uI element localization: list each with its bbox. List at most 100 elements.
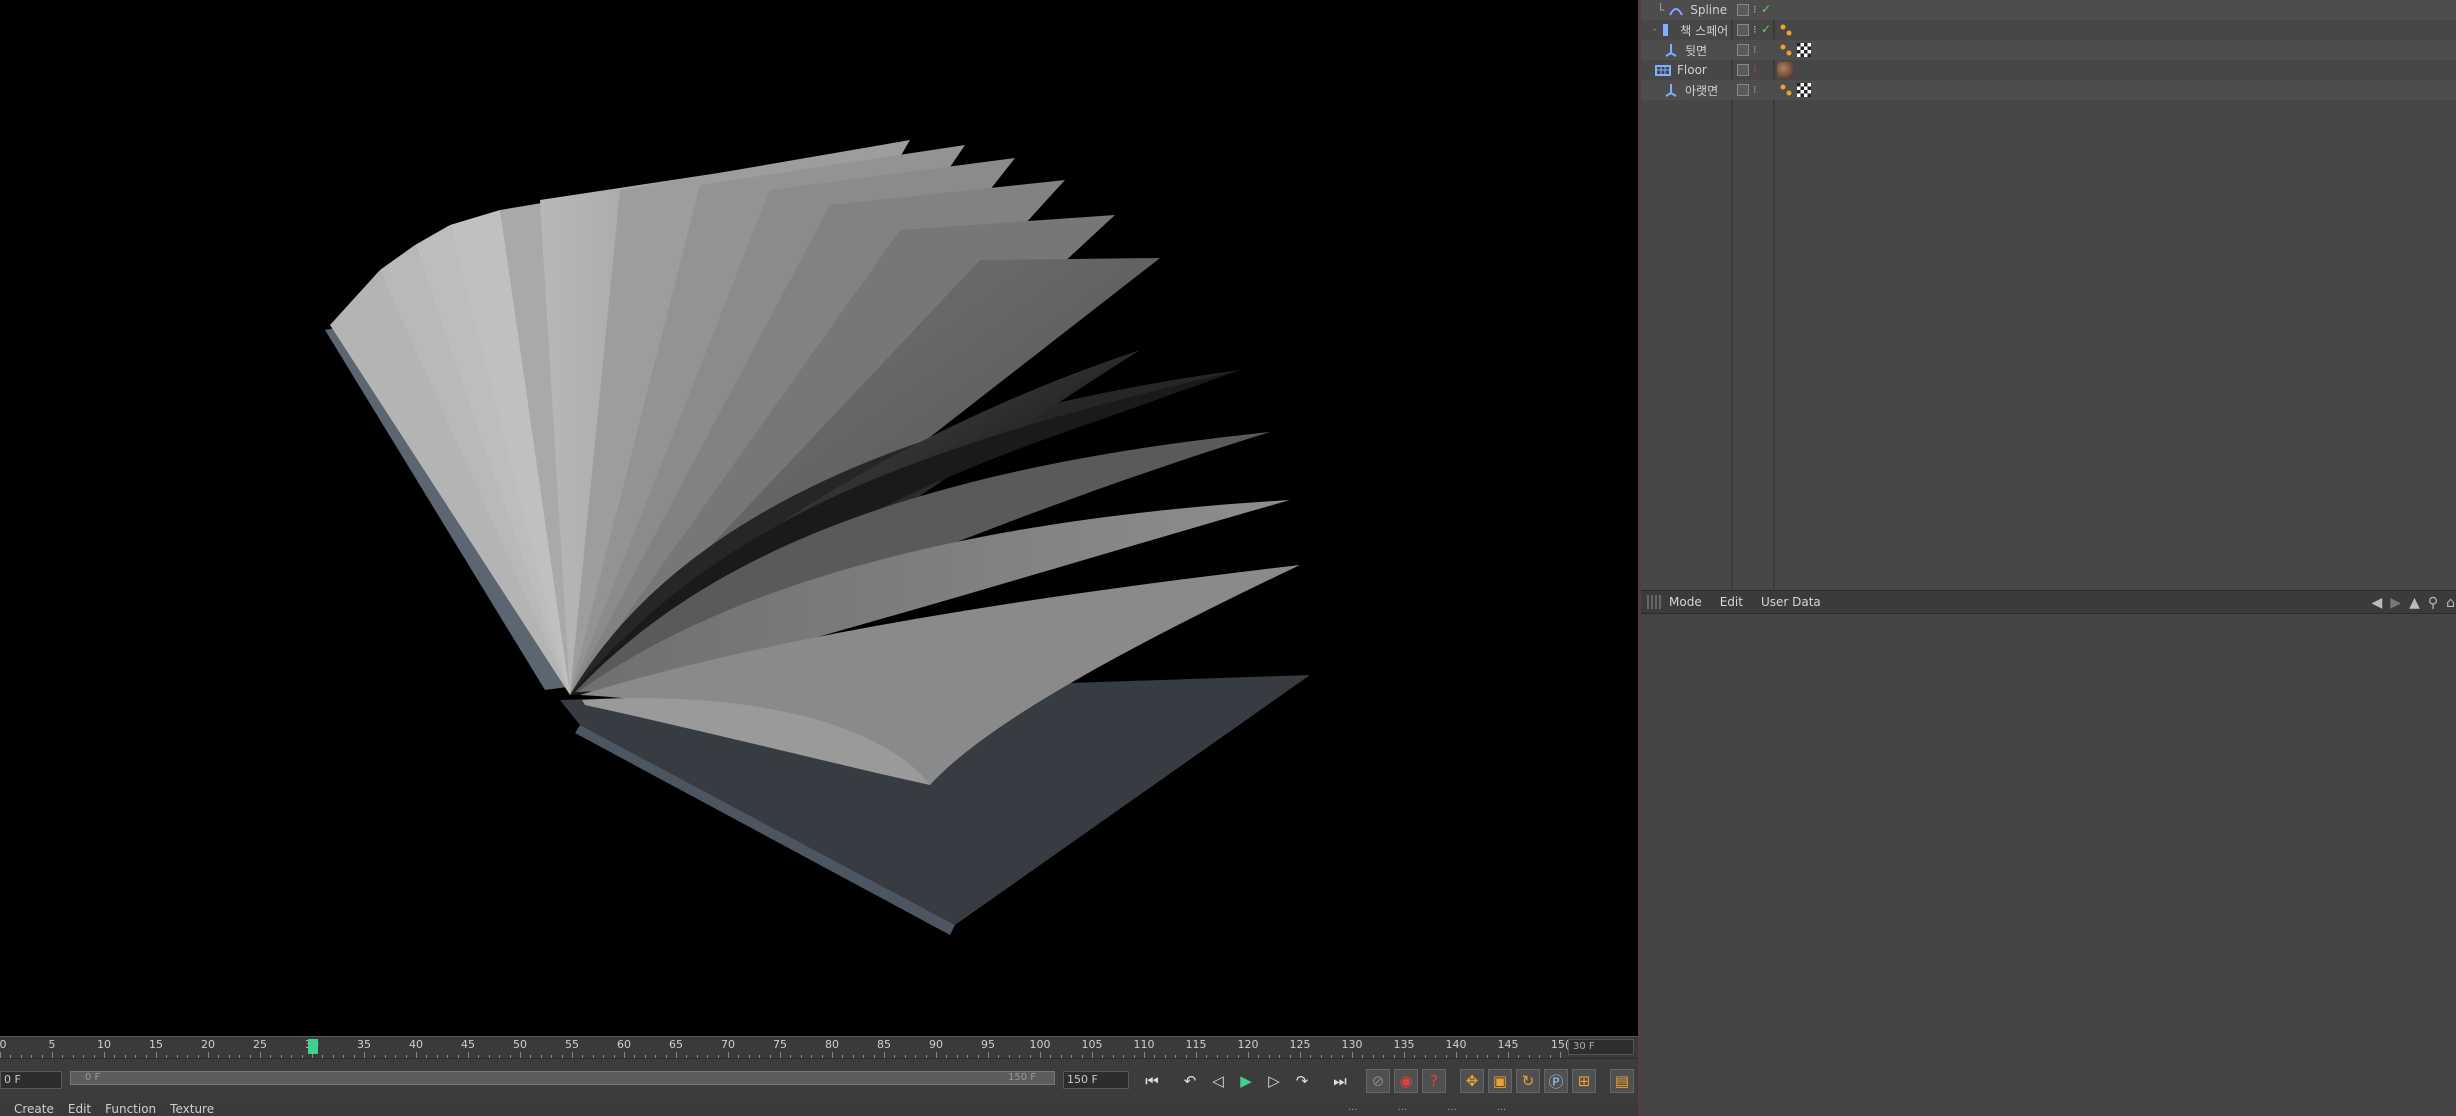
object-name: Floor <box>1677 63 1707 77</box>
previous-frame-icon[interactable]: ◁ <box>1206 1069 1230 1093</box>
previous-key-icon[interactable]: ↶ <box>1178 1069 1202 1093</box>
tick-label: 25 <box>253 1038 267 1051</box>
timeline-ruler[interactable]: 0510152025303540455055606570758085909510… <box>0 1036 1638 1058</box>
tick-label: 65 <box>669 1038 683 1051</box>
rotate-key-icon[interactable]: ↻ <box>1516 1069 1540 1093</box>
object-row[interactable]: - 책 스페어 ⁝ ✓ <box>1641 20 2456 40</box>
go-to-end-icon[interactable]: ⏭ <box>1328 1069 1352 1093</box>
range-start-label: 0 F <box>85 1072 101 1083</box>
menu-texture[interactable]: Texture <box>170 1102 214 1116</box>
menu-edit[interactable]: Edit <box>1720 595 1743 609</box>
coord-item: ... <box>1348 1102 1358 1113</box>
back-arrow-icon[interactable]: ◀ <box>2372 595 2383 611</box>
start-frame-field[interactable]: 0 F <box>0 1071 62 1089</box>
object-row[interactable]: Floor ⁝ <box>1641 60 2456 80</box>
range-slider[interactable]: 0 F 150 F <box>70 1071 1055 1085</box>
timeline-window-icon[interactable]: ▤ <box>1610 1069 1634 1093</box>
tick-label: 105 <box>1081 1038 1103 1051</box>
enabled-check-icon[interactable]: ✓ <box>1761 22 1773 36</box>
layer-flag-icon[interactable] <box>1737 64 1749 76</box>
object-manager[interactable]: └ Spline W ⁝ ✓ - 책 스페어 ⁝ ✓ 뒷면 <box>1641 0 2456 588</box>
go-to-start-icon[interactable]: ⏮ <box>1140 1069 1164 1093</box>
menu-function[interactable]: Function <box>105 1102 156 1116</box>
record-icon[interactable]: ◉ <box>1394 1069 1418 1093</box>
layer-flag-icon[interactable] <box>1737 44 1749 56</box>
play-icon[interactable]: ▶ <box>1234 1069 1258 1093</box>
visibility-dots-icon[interactable]: ⁝ <box>1753 63 1765 76</box>
tick-label: 70 <box>721 1038 735 1051</box>
up-arrow-icon[interactable]: ▲ <box>2409 595 2420 611</box>
collapse-icon[interactable]: - <box>1653 25 1656 35</box>
search-icon[interactable]: ⚲ <box>2428 595 2438 611</box>
menu-mode[interactable]: Mode <box>1669 595 1702 609</box>
parameter-key-icon[interactable]: Ⓟ <box>1544 1069 1568 1093</box>
coord-item: ... <box>1496 1102 1507 1113</box>
deformer-tag-icon[interactable] <box>1779 83 1793 97</box>
transport-bar: 0 F 0 F 150 F 150 F ⏮ ↶ ◁ ▶ ▷ ↷ ⏭ ⊘ ◉ ? … <box>0 1058 1638 1102</box>
playhead[interactable] <box>308 1039 318 1054</box>
tick-label: 115 <box>1185 1038 1207 1051</box>
visibility-dots-icon[interactable]: ⁝ <box>1753 83 1765 96</box>
end-frame-field[interactable]: 30 F <box>1568 1039 1634 1055</box>
tick-label: 50 <box>513 1038 527 1051</box>
coord-item: ... <box>1397 1102 1408 1113</box>
tick-label: 120 <box>1237 1038 1259 1051</box>
range-end-label: 150 F <box>1007 1072 1036 1083</box>
object-name: 뒷면 <box>1685 43 1708 58</box>
book-render <box>325 140 1310 935</box>
deformer-tag-icon[interactable] <box>1779 43 1793 57</box>
next-frame-icon[interactable]: ▷ <box>1262 1069 1286 1093</box>
forward-arrow-icon[interactable]: ▶ <box>2390 595 2401 611</box>
layer-flag-icon[interactable] <box>1737 84 1749 96</box>
object-name: Spline W <box>1690 3 1731 17</box>
tick-label: 35 <box>357 1038 371 1051</box>
material-tag-icon[interactable] <box>1777 62 1793 78</box>
floor-icon <box>1655 63 1671 77</box>
key-icon[interactable]: ⊘ <box>1366 1069 1390 1093</box>
enabled-check-icon[interactable]: ✓ <box>1761 2 1773 16</box>
panel-grip-icon[interactable] <box>1647 595 1661 609</box>
tick-label: 15 <box>149 1038 163 1051</box>
tick-label: 40 <box>409 1038 423 1051</box>
spare-object-icon <box>1658 23 1674 37</box>
tree-branch-icon: └ <box>1657 3 1665 17</box>
tick-label: 135 <box>1393 1038 1415 1051</box>
coord-item: ... <box>1447 1102 1457 1113</box>
tick-label: 55 <box>565 1038 579 1051</box>
menu-user-data[interactable]: User Data <box>1761 595 1821 609</box>
tick-label: 100 <box>1029 1038 1051 1051</box>
menu-create[interactable]: Create <box>14 1102 54 1116</box>
scale-key-icon[interactable]: ▣ <box>1488 1069 1512 1093</box>
lock-icon[interactable]: ⌂ <box>2446 595 2455 611</box>
tick-label: 5 <box>48 1038 56 1051</box>
layer-flag-icon[interactable] <box>1737 24 1749 36</box>
layer-flag-icon[interactable] <box>1737 4 1749 16</box>
visibility-dots-icon[interactable]: ⁝ <box>1753 43 1765 56</box>
tick-label: 85 <box>877 1038 891 1051</box>
tick-label: 0 <box>0 1038 7 1051</box>
texture-tag-icon[interactable] <box>1797 83 1811 97</box>
tick-label: 145 <box>1497 1038 1519 1051</box>
null-object-icon <box>1663 83 1679 97</box>
object-row[interactable]: └ Spline W ⁝ ✓ <box>1641 0 2456 20</box>
move-key-icon[interactable]: ✥ <box>1460 1069 1484 1093</box>
attributes-panel <box>1641 615 2456 1116</box>
tick-label: 125 <box>1289 1038 1311 1051</box>
null-object-icon <box>1663 43 1679 57</box>
autokey-icon[interactable]: ? <box>1422 1069 1446 1093</box>
point-level-icon[interactable]: ⊞ <box>1572 1069 1596 1093</box>
tick-label: 90 <box>929 1038 943 1051</box>
tick-label: 10 <box>97 1038 111 1051</box>
next-key-icon[interactable]: ↷ <box>1290 1069 1314 1093</box>
3d-viewport[interactable] <box>0 0 1638 1036</box>
end-frame-field[interactable]: 150 F <box>1063 1071 1129 1089</box>
tick-label: 110 <box>1133 1038 1155 1051</box>
spline-wrap-icon <box>1668 3 1684 17</box>
deformer-tag-icon[interactable] <box>1779 23 1793 37</box>
object-name: 아랫면 <box>1685 83 1719 98</box>
tick-label: 80 <box>825 1038 839 1051</box>
menu-edit[interactable]: Edit <box>68 1102 91 1116</box>
object-row[interactable]: 뒷면 ⁝ <box>1641 40 2456 60</box>
texture-tag-icon[interactable] <box>1797 43 1811 57</box>
object-row[interactable]: 아랫면 ⁝ <box>1641 80 2456 100</box>
